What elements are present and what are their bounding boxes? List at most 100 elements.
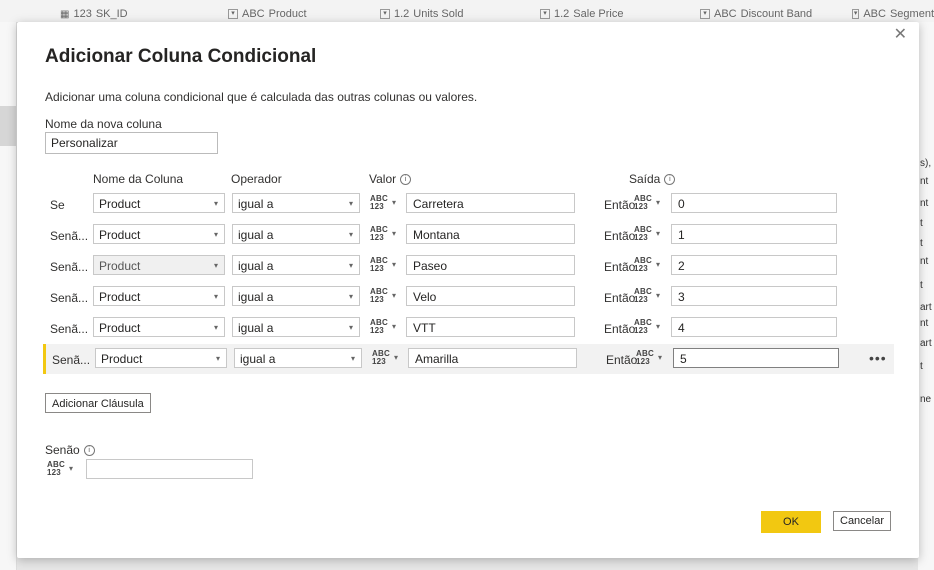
else-value-input[interactable]	[86, 459, 253, 479]
chevron-down-icon: ▾	[213, 323, 218, 332]
info-icon[interactable]: i	[664, 173, 676, 185]
column-name-select[interactable]: Product ▾	[93, 286, 225, 306]
info-icon[interactable]: i	[400, 173, 412, 185]
column-header-label: Segment	[889, 8, 934, 20]
conditional-column-dialog: ✕ Adicionar Coluna Condicional Adicionar…	[17, 22, 919, 558]
clause-keyword: Senã...	[50, 260, 89, 274]
value-type-button[interactable]: ABC 123 ▾	[368, 193, 404, 213]
operator-select[interactable]: igual a ▾	[232, 224, 360, 244]
dialog-description: Adicionar uma coluna condicional que é c…	[45, 90, 478, 104]
abc-123-icon: ABC 123	[370, 195, 388, 211]
output-input[interactable]: 1	[671, 224, 837, 244]
output-type-button[interactable]: ABC 123 ▾	[632, 224, 668, 244]
output-input[interactable]: 3	[671, 286, 837, 306]
column-header-segment[interactable]: ▾ ABC Segment	[852, 6, 934, 22]
column-name-select[interactable]: Product ▾	[93, 224, 225, 244]
value-input[interactable]: VTT	[406, 317, 575, 337]
output-type-button[interactable]: ABC 123 ▾	[632, 317, 668, 337]
clause-row: Se Product ▾ igual a ▾ ABC 123 ▾ Carretera Então A…	[44, 189, 892, 219]
new-column-name-label: Nome da nova coluna	[45, 117, 162, 131]
operator-select[interactable]: igual a ▾	[232, 193, 360, 213]
type-123: 123	[370, 326, 384, 335]
right-pane-item: nt	[920, 176, 929, 187]
select-value: igual a	[238, 228, 274, 242]
header-label: Operador	[231, 172, 282, 186]
header-column-name: Nome da Coluna	[93, 172, 183, 186]
else-label: Senão i	[45, 443, 95, 457]
value-type-button[interactable]: ABC 123 ▾	[370, 348, 406, 368]
chevron-down-icon: ▾	[213, 292, 218, 301]
value-type-button[interactable]: ABC 123 ▾	[368, 255, 404, 275]
output-input[interactable]: 5	[673, 348, 839, 368]
chevron-down-icon: ▾	[348, 261, 353, 270]
value-type-button[interactable]: ABC 123 ▾	[368, 286, 404, 306]
type-123: 123	[634, 233, 648, 242]
operator-select[interactable]: igual a ▾	[232, 255, 360, 275]
output-input[interactable]: 2	[671, 255, 837, 275]
abc-123-icon: ABC 123	[372, 350, 390, 366]
column-name-select[interactable]: Product ▾	[93, 193, 225, 213]
output-type-button[interactable]: ABC 123 ▾	[634, 348, 670, 368]
chevron-down-icon: ▾	[348, 292, 353, 301]
cancel-button[interactable]: Cancelar	[833, 511, 891, 531]
abc-123-icon: ABC 123	[370, 288, 388, 304]
else-type-button[interactable]: ABC 123 ▾	[45, 459, 81, 479]
select-value: Product	[99, 290, 141, 304]
column-header-label: Units Sold	[413, 8, 464, 20]
column-header-units-sold[interactable]: ▾ 1.2 Units Sold	[380, 6, 463, 22]
chevron-down-icon: ▾	[213, 230, 218, 239]
chevron-down-icon: ▾	[392, 291, 397, 300]
chevron-down-icon: ▾	[852, 9, 860, 19]
output-input[interactable]: 4	[671, 317, 837, 337]
ok-button[interactable]: OK	[761, 511, 821, 533]
select-value: Product	[99, 228, 141, 242]
column-header-product[interactable]: ▾ ABC Product	[228, 6, 307, 22]
column-header-sale-price[interactable]: ▾ 1.2 Sale Price	[540, 6, 623, 22]
output-type-button[interactable]: ABC 123 ▾	[632, 255, 668, 275]
more-options-icon[interactable]: •••	[869, 350, 887, 366]
chevron-down-icon: ▾	[700, 9, 710, 19]
operator-select[interactable]: igual a ▾	[234, 348, 362, 368]
chevron-down-icon: ▾	[213, 199, 218, 208]
output-type-button[interactable]: ABC 123 ▾	[632, 286, 668, 306]
close-icon[interactable]: ✕	[894, 27, 907, 43]
chevron-down-icon: ▾	[348, 323, 353, 332]
new-column-name-input[interactable]	[45, 132, 218, 154]
add-clause-button[interactable]: Adicionar Cláusula	[45, 393, 151, 413]
value-input[interactable]: Paseo	[406, 255, 575, 275]
column-header-label: Product	[268, 8, 307, 20]
column-name-select[interactable]: Product ▾	[93, 255, 225, 275]
column-header-bar: ▦ 123 SK_ID ▾ ABC Product ▾ 1.2 Units So…	[0, 0, 934, 23]
operator-select[interactable]: igual a ▾	[232, 317, 360, 337]
operator-select[interactable]: igual a ▾	[232, 286, 360, 306]
value-input[interactable]: Amarilla	[408, 348, 577, 368]
column-header-discount-band[interactable]: ▾ ABC Discount Band	[700, 6, 812, 22]
value-type-button[interactable]: ABC 123 ▾	[368, 317, 404, 337]
type-123: 123	[370, 295, 384, 304]
header-value: Valor i	[369, 172, 412, 186]
value-input[interactable]: Velo	[406, 286, 575, 306]
type-icon: 1.2	[554, 8, 570, 20]
type-123: 123	[634, 202, 648, 211]
value-input[interactable]: Carretera	[406, 193, 575, 213]
info-icon[interactable]: i	[83, 444, 95, 456]
chevron-down-icon: ▾	[656, 260, 661, 269]
right-pane-item: t	[920, 218, 923, 229]
value-type-button[interactable]: ABC 123 ▾	[368, 224, 404, 244]
column-name-select[interactable]: Product ▾	[95, 348, 227, 368]
right-pane-item: art	[920, 338, 932, 349]
chevron-down-icon: ▾	[213, 261, 218, 270]
value-input[interactable]: Montana	[406, 224, 575, 244]
header-label: Saída	[629, 172, 661, 186]
header-label: Nome da Coluna	[93, 172, 184, 186]
output-input[interactable]: 0	[671, 193, 837, 213]
chevron-down-icon: ▾	[350, 354, 355, 363]
type-icon: ABC	[863, 8, 886, 20]
output-type-button[interactable]: ABC 123 ▾	[632, 193, 668, 213]
column-name-select[interactable]: Product ▾	[93, 317, 225, 337]
chevron-down-icon: ▾	[392, 322, 397, 331]
column-header-sk-id[interactable]: ▦ 123 SK_ID	[60, 6, 128, 22]
chevron-down-icon: ▾	[394, 353, 399, 362]
table-icon: ▦	[60, 8, 70, 20]
right-pane-item: art	[920, 302, 932, 313]
